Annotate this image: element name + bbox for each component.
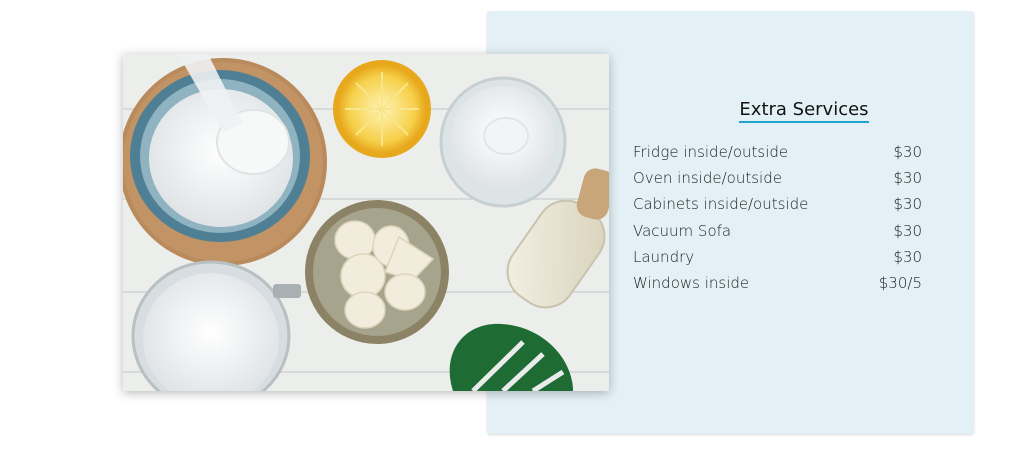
service-name: Vacuum Sofa bbox=[633, 221, 732, 240]
photo-illustration bbox=[123, 54, 609, 391]
services-list: Fridge inside/outside $30 Oven inside/ou… bbox=[633, 139, 922, 296]
section-title: Extra Services bbox=[739, 99, 869, 123]
service-price: $30/5 bbox=[878, 274, 922, 293]
service-name: Fridge inside/outside bbox=[633, 143, 789, 162]
service-row: Windows inside $30/5 bbox=[633, 270, 922, 296]
service-name: Oven inside/outside bbox=[633, 169, 782, 188]
section-title-wrap: Extra Services bbox=[737, 99, 871, 123]
cleaning-supplies-photo bbox=[123, 54, 609, 391]
service-name: Laundry bbox=[633, 247, 695, 266]
service-row: Cabinets inside/outside $30 bbox=[633, 191, 922, 217]
service-price: $30 bbox=[893, 195, 922, 214]
service-row: Vacuum Sofa $30 bbox=[633, 218, 922, 244]
service-name: Windows inside bbox=[633, 274, 750, 293]
service-price: $30 bbox=[893, 143, 922, 162]
service-price: $30 bbox=[893, 169, 922, 188]
service-row: Fridge inside/outside $30 bbox=[633, 139, 922, 165]
service-row: Oven inside/outside $30 bbox=[633, 165, 922, 191]
service-name: Cabinets inside/outside bbox=[633, 195, 809, 214]
service-price: $30 bbox=[893, 221, 922, 240]
service-row: Laundry $30 bbox=[633, 244, 922, 270]
service-price: $30 bbox=[893, 247, 922, 266]
